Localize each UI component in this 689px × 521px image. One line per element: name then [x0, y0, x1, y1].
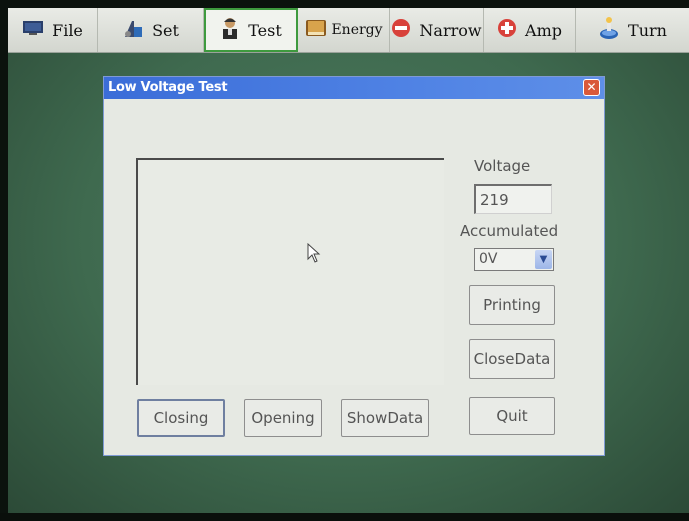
menu-file[interactable]: File	[8, 8, 98, 52]
menu-energy[interactable]: Energy	[298, 8, 390, 52]
dialog-title: Low Voltage Test	[108, 80, 228, 95]
menu-test[interactable]: Test	[204, 8, 298, 52]
low-voltage-test-dialog: Low Voltage Test ✕ Voltage 219 Accumulat…	[104, 77, 604, 455]
menu-set-label: Set	[152, 20, 179, 40]
close-icon: ✕	[586, 80, 597, 94]
settings-icon	[122, 17, 144, 43]
accumulated-select[interactable]: 0V ▼	[474, 248, 554, 271]
printing-button[interactable]: Printing	[469, 285, 555, 325]
minus-circle-icon	[391, 18, 411, 42]
mouse-cursor-icon	[307, 242, 321, 267]
person-icon	[220, 17, 240, 43]
menu-energy-label: Energy	[331, 22, 383, 38]
screen-bezel	[0, 513, 689, 521]
menu-bar: File Set Test Energy Narrow Amp Turn	[8, 8, 689, 53]
close-button[interactable]: ✕	[583, 79, 600, 96]
menu-narrow[interactable]: Narrow	[390, 8, 484, 52]
plus-circle-icon	[497, 18, 517, 42]
menu-turn-label: Turn	[628, 20, 667, 40]
voltage-field[interactable]: 219	[474, 184, 552, 214]
graph-area	[136, 158, 444, 385]
menu-set[interactable]: Set	[98, 8, 204, 52]
book-icon	[304, 18, 328, 42]
accumulated-label: Accumulated	[460, 222, 559, 240]
accumulated-select-value: 0V	[479, 251, 498, 267]
show-data-button[interactable]: ShowData	[341, 399, 429, 437]
menu-amp[interactable]: Amp	[484, 8, 576, 52]
dialog-titlebar[interactable]: Low Voltage Test ✕	[104, 77, 604, 99]
monitor-icon	[22, 20, 44, 40]
menu-test-label: Test	[248, 20, 282, 40]
quit-button[interactable]: Quit	[469, 397, 555, 435]
closing-button[interactable]: Closing	[137, 399, 225, 437]
menu-amp-label: Amp	[525, 20, 562, 40]
menu-turn[interactable]: Turn	[576, 8, 689, 52]
menu-file-label: File	[52, 20, 83, 40]
menu-narrow-label: Narrow	[419, 20, 482, 40]
voltage-label: Voltage	[474, 157, 531, 175]
close-data-button[interactable]: CloseData	[469, 339, 555, 379]
opening-button[interactable]: Opening	[244, 399, 322, 437]
chevron-down-icon[interactable]: ▼	[535, 250, 552, 269]
turn-icon	[598, 16, 620, 44]
